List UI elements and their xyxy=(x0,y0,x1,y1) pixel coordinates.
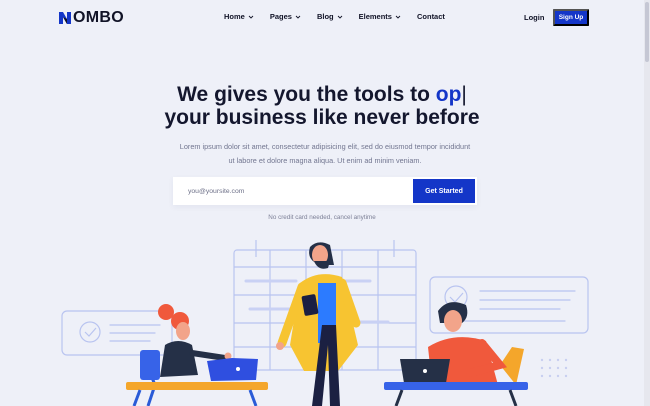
chevron-down-icon xyxy=(395,15,401,19)
left-checklist-card xyxy=(61,310,173,356)
woman-at-laptop xyxy=(126,304,268,406)
nav-item-elements[interactable]: Elements xyxy=(359,12,401,21)
chevron-down-icon xyxy=(337,15,342,19)
nav-item-label: Contact xyxy=(416,12,445,21)
nav-item-label: Pages xyxy=(269,12,292,21)
logo-mark-icon xyxy=(59,12,71,24)
get-started-button[interactable]: Get Started xyxy=(413,179,475,203)
hero-title: We gives you the tools to op| your busin… xyxy=(0,83,644,129)
nav-item-blog[interactable]: Blog xyxy=(317,12,343,21)
hero-title-prefix: We gives you the tools to xyxy=(177,83,436,106)
chevron-down-icon xyxy=(295,15,301,19)
hero-subtitle-line2: ut labore et dolore magna aliqua. Ut eni… xyxy=(228,156,422,165)
no-credit-card-note: No credit card needed, cancel anytime xyxy=(268,214,376,221)
signup-button[interactable]: Sign Up xyxy=(553,9,589,26)
login-link[interactable]: Login xyxy=(524,13,544,22)
scrollbar-thumb[interactable] xyxy=(645,2,649,62)
nav-item-home[interactable]: Home xyxy=(224,12,254,21)
hero-illustration xyxy=(61,240,589,406)
hero-subtitle: Lorem ipsum dolor sit amet, consectetur … xyxy=(150,140,500,168)
hero-subtitle-line1: Lorem ipsum dolor sit amet, consectetur … xyxy=(179,142,471,151)
typing-cursor: | xyxy=(461,83,467,106)
brand-logo[interactable]: OMBO xyxy=(58,9,124,27)
nav-item-label: Blog xyxy=(316,12,334,21)
nav-item-contact[interactable]: Contact xyxy=(417,12,445,21)
hero-title-line2: your business like never before xyxy=(164,106,480,129)
hero-title-accent: op xyxy=(435,83,462,106)
man-at-laptop xyxy=(384,302,528,406)
main-nav: Home Pages Blog Elements Contact xyxy=(224,12,461,21)
nav-item-pages[interactable]: Pages xyxy=(270,12,301,21)
email-input[interactable] xyxy=(173,177,413,205)
email-signup-form: Get Started xyxy=(173,177,477,205)
page-scrollbar[interactable] xyxy=(644,0,650,406)
nav-item-label: Elements xyxy=(358,12,392,21)
chevron-down-icon xyxy=(248,15,254,19)
nav-item-label: Home xyxy=(224,12,245,21)
dot-pattern xyxy=(540,358,568,378)
logo-text: OMBO xyxy=(73,9,124,26)
